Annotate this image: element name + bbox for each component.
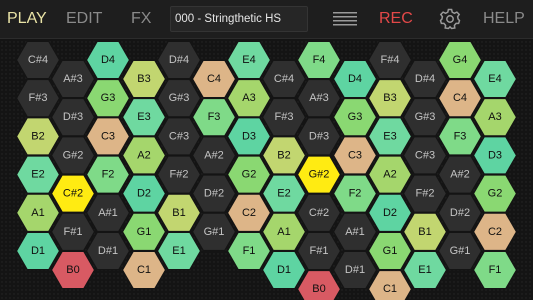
hex-key-label: A3 [242, 92, 255, 104]
hex-key-label: F2 [102, 169, 115, 181]
hex-key-label: G1 [137, 226, 152, 238]
help-button[interactable]: HELP [483, 0, 525, 38]
hex-key-label: B3 [383, 92, 396, 104]
hex-key-label: G#3 [415, 111, 436, 123]
hex-key-label: B3 [137, 73, 150, 85]
hex-key-label: D1 [277, 264, 291, 276]
hex-key-label: F3 [454, 130, 467, 142]
hex-key-label: D3 [242, 130, 256, 142]
hex-key-label: C4 [453, 92, 467, 104]
hex-key-label: D#2 [204, 188, 224, 200]
play-tab[interactable]: PLAY [7, 0, 47, 38]
hex-key-label: E3 [383, 130, 396, 142]
hex-key-label: A2 [137, 149, 150, 161]
hex-key-label: F#3 [275, 111, 294, 123]
hex-key-label: A1 [277, 226, 290, 238]
hex-key-label: E3 [137, 111, 150, 123]
hex-key-label: G#1 [450, 245, 471, 257]
hex-key-label: C#4 [28, 54, 48, 66]
hex-key-label: F2 [349, 188, 362, 200]
hex-key-label: C2 [242, 207, 256, 219]
hex-key-label: A#1 [345, 226, 365, 238]
hex-key-label: C1 [137, 264, 151, 276]
hex-key-label: C#2 [63, 188, 83, 200]
hex-key-label: C3 [348, 149, 362, 161]
hex-key-label: D4 [101, 54, 115, 66]
hex-key-label: D#4 [415, 73, 435, 85]
hex-key-label: G#2 [309, 169, 330, 181]
hamburger-menu-icon[interactable] [333, 12, 357, 26]
hex-key-label: D2 [137, 188, 151, 200]
hex-key-label: D#1 [345, 264, 365, 276]
hex-key-label: F#3 [29, 92, 48, 104]
hex-key-label: D2 [383, 207, 397, 219]
hex-key-label: C1 [383, 283, 397, 295]
hex-key-label: G4 [453, 54, 468, 66]
hex-key-label: F1 [489, 264, 502, 276]
hex-key-label: A#1 [98, 207, 118, 219]
hex-key-label: D#3 [63, 111, 83, 123]
hex-key-label: D#3 [309, 130, 329, 142]
hex-key-label: G#3 [169, 92, 190, 104]
hex-key-label: B0 [312, 283, 325, 295]
hex-keyboard: C#4 F#3 B2 E2 A1 D1 A#3 D#3 G#2 C#2 F#1 B0 D4 G3 C3 F2 A… [0, 40, 533, 300]
hex-key-label: C#2 [309, 207, 329, 219]
hex-key-label: G3 [348, 111, 363, 123]
hex-key-label: C4 [207, 73, 221, 85]
hex-key-label: E4 [242, 54, 255, 66]
hex-note-grid: C#4 F#3 B2 E2 A1 D1 A#3 D#3 G#2 C#2 F#1 B0 D4 G3 C3 F2 A… [0, 40, 533, 300]
hex-key-label: F3 [208, 111, 221, 123]
hex-key-label: D1 [31, 245, 45, 257]
hex-key-label: D4 [348, 73, 362, 85]
hex-key-label: C#3 [169, 130, 189, 142]
hex-key-label: A#3 [63, 73, 83, 85]
hex-key-label: E1 [418, 264, 431, 276]
hex-key-label: E2 [31, 169, 44, 181]
hex-key-label: C2 [488, 226, 502, 238]
hex-key-label: B2 [277, 149, 290, 161]
fx-tab[interactable]: FX [131, 0, 151, 38]
hex-key-label: A#3 [309, 92, 329, 104]
hex-key-label: C3 [101, 130, 115, 142]
gear-icon[interactable] [439, 8, 461, 30]
hex-key-label: F#4 [381, 54, 400, 66]
hex-key-label: E2 [277, 188, 290, 200]
hex-key-label: A#2 [450, 169, 470, 181]
hex-key-label: G2 [488, 188, 503, 200]
hex-key-label: D#4 [169, 54, 189, 66]
hex-key-label: A2 [383, 169, 396, 181]
edit-tab[interactable]: EDIT [66, 0, 102, 38]
hex-key-label: E4 [488, 73, 501, 85]
hex-key-label: C#4 [274, 73, 294, 85]
hex-key-label: B1 [172, 207, 185, 219]
hex-key-label: A3 [488, 111, 501, 123]
hex-key-label: F#2 [170, 169, 189, 181]
hex-key-label: F#1 [310, 245, 329, 257]
hex-key-label: F#1 [64, 226, 83, 238]
hex-key-label: G#2 [63, 149, 84, 161]
hex-key-label: G1 [383, 245, 398, 257]
hex-key-label: D#1 [98, 245, 118, 257]
hex-key-label: F1 [243, 245, 256, 257]
hex-key-label: D#2 [450, 207, 470, 219]
hex-key-label: D3 [488, 149, 502, 161]
record-button[interactable]: REC [379, 0, 413, 38]
preset-selector[interactable]: 000 - Stringthetic HS [170, 6, 308, 32]
hex-key-label: B2 [31, 130, 44, 142]
hex-key-label: G3 [101, 92, 116, 104]
hex-key-label: F#2 [416, 188, 435, 200]
hex-key-label: G#1 [204, 226, 225, 238]
hex-key-label: C#3 [415, 149, 435, 161]
hex-key-label: B0 [66, 264, 79, 276]
hex-key-label: F4 [313, 54, 326, 66]
hex-key-label: G2 [242, 169, 257, 181]
hex-key-label: E1 [172, 245, 185, 257]
toolbar: PLAY EDIT FX 000 - Stringthetic HS REC H… [0, 0, 533, 39]
hex-key-label: B1 [418, 226, 431, 238]
hex-key-label: A#2 [204, 149, 224, 161]
hex-key-label: A1 [31, 207, 44, 219]
